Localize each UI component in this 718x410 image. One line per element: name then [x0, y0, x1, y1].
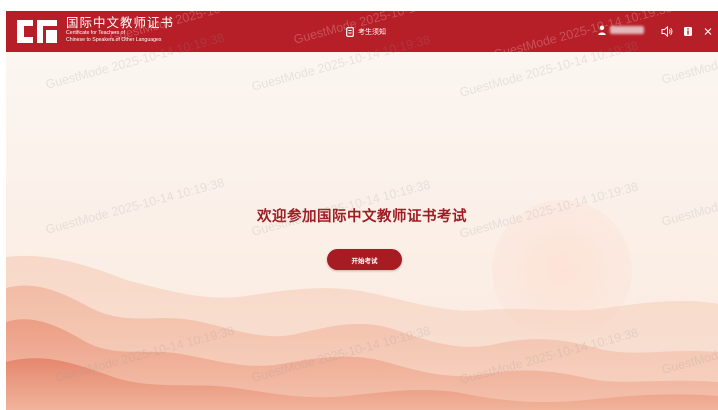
exam-app-window: 国际中文教师证书 Certificate for Teachers of Chi…	[6, 11, 718, 410]
candidate-notice-button[interactable]: 考生须知	[346, 25, 386, 39]
logo-title: 国际中文教师证书	[66, 15, 175, 30]
start-exam-button[interactable]: 开始考试	[327, 249, 402, 270]
user-icon	[598, 25, 606, 35]
info-icon[interactable]	[682, 25, 694, 38]
close-icon[interactable]	[702, 25, 714, 38]
speaker-icon[interactable]	[661, 25, 673, 38]
document-icon	[346, 27, 354, 37]
logo-subtitle-line2: Chinese to Speakers of Other Languages	[66, 36, 162, 43]
header-bar: 国际中文教师证书 Certificate for Teachers of Chi…	[6, 11, 718, 52]
welcome-title: 欢迎参加国际中文教师证书考试	[257, 209, 467, 225]
mountain-landscape-background	[6, 52, 718, 410]
ctcsol-logo-icon	[17, 20, 57, 43]
user-account[interactable]	[598, 25, 644, 35]
logo-text-block: 国际中文教师证书 Certificate for Teachers of Chi…	[66, 15, 174, 43]
candidate-notice-label: 考生须知	[358, 28, 386, 36]
user-name-redacted	[610, 26, 644, 34]
